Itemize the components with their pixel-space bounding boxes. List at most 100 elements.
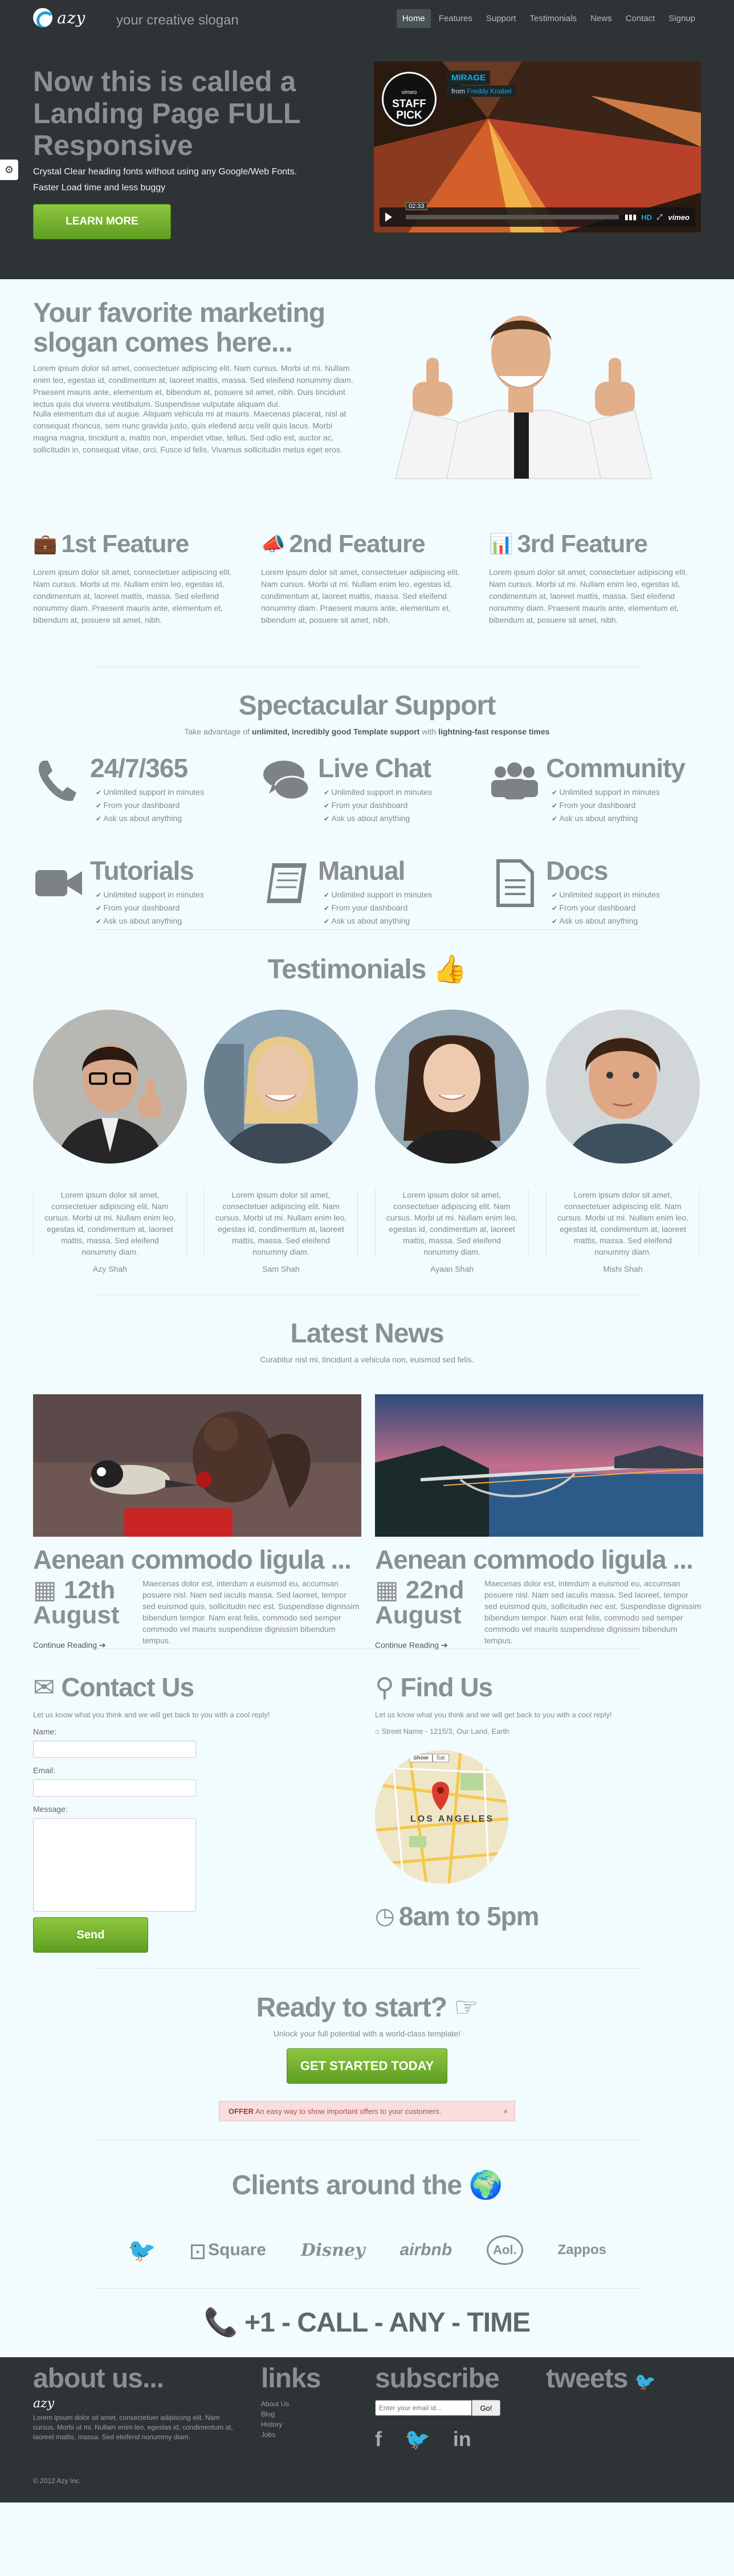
video-author: from Freddy Knabel [447, 85, 516, 97]
airbnb-logo[interactable]: airbnb [399, 2240, 452, 2260]
video-camera-icon [35, 870, 82, 896]
bullet: Ask us about anything [324, 812, 432, 825]
news-headline[interactable]: Aenean commodo ligula ... [33, 1544, 361, 1575]
support-bullets: Unlimited support in minutesFrom your da… [552, 786, 660, 825]
aol-logo[interactable]: Aol. [487, 2235, 523, 2265]
video-time: 02:33 [406, 202, 427, 210]
name-label: Name: [33, 1727, 57, 1736]
support-section: Spectacular Support Take advantage of un… [0, 667, 734, 929]
nav-news[interactable]: News [585, 9, 618, 28]
nav-support[interactable]: Support [480, 9, 522, 28]
testimonial-card: Lorem ipsum dolor sit amet, consectetuer… [204, 1010, 358, 1273]
clients-title: Clients around the 🌍 [0, 2140, 734, 2201]
map-sat-button[interactable]: Sat [432, 1754, 449, 1762]
video-player[interactable]: vimeo STAFF PICK MIRAGE from Freddy Knab… [374, 62, 701, 232]
hand-point-icon: ☞ [454, 1993, 478, 2023]
subscribe-go-button[interactable]: Go! [472, 2400, 500, 2416]
footer: about us... azy Lorem ipsum dolor sit am… [0, 2357, 734, 2502]
bullet: Unlimited support in minutes [552, 786, 660, 799]
fullscreen-icon[interactable]: ⤢ [656, 213, 662, 222]
bullet: Ask us about anything [324, 915, 432, 928]
bullet: Unlimited support in minutes [324, 786, 432, 799]
nav-testimonials[interactable]: Testimonials [524, 9, 583, 28]
testimonial-quote: Lorem ipsum dolor sit amet, consectetuer… [33, 1189, 187, 1256]
square-logo-text: Square [208, 2240, 266, 2259]
subscribe-email-input[interactable] [375, 2400, 472, 2416]
video-title[interactable]: MIRAGE [447, 71, 490, 85]
send-button[interactable]: Send [33, 1917, 148, 1953]
footer-link-jobs[interactable]: Jobs [261, 2430, 375, 2440]
video-author-link[interactable]: Freddy Knabel [467, 87, 511, 95]
tag-pre: Take advantage of [184, 727, 252, 736]
footer-about-title: about us... [33, 2363, 164, 2394]
facebook-icon[interactable]: f [375, 2427, 382, 2451]
map-show-button[interactable]: Show [409, 1754, 433, 1762]
ready-section: Ready to start? ☞ Unlock your full poten… [0, 1969, 734, 2140]
logo[interactable]: azy [33, 8, 85, 27]
feature-text: Lorem ipsum dolor sit amet, consectetuer… [33, 568, 232, 624]
hero-sub-line2: Faster Load time and less buggy [33, 183, 166, 193]
location-map[interactable]: Show Sat LOS ANGELES [375, 1750, 508, 1884]
twitter-logo-icon[interactable]: 🐦 [128, 2237, 156, 2264]
book-icon [267, 863, 307, 903]
twitter-icon[interactable]: 🐦 [405, 2427, 430, 2451]
address: ⌂ Street Name - 1215/3, Our Land, Earth [375, 1727, 694, 1736]
close-icon[interactable]: × [503, 2101, 508, 2122]
news-text: Maecenas dolor est, interdum a euismod e… [142, 1579, 360, 1645]
bullet: Ask us about anything [96, 812, 204, 825]
hero-title: Now this is called a Landing Page FULL R… [33, 66, 300, 161]
name-field[interactable] [33, 1741, 196, 1758]
square-logo[interactable]: ▪ Square [190, 2240, 266, 2260]
news-image-bird-squirrel[interactable] [33, 1394, 361, 1537]
get-started-button[interactable]: GET STARTED TODAY [287, 2048, 447, 2084]
testimonials-section: Testimonials 👍 Lorem ipsum dolor sit ame… [0, 930, 734, 1295]
marketing-paragraph-2: Nulla elementum dui ut augue. Aliquam ve… [33, 409, 346, 454]
feature-card: 📣 2nd Feature Lorem ipsum dolor sit amet,… [261, 530, 466, 626]
address-text: Street Name - 1215/3, Our Land, Earth [381, 1727, 509, 1736]
call-number[interactable]: +1 - CALL - ANY - TIME [244, 2308, 531, 2338]
volume-icon[interactable]: ▮▮▮ [625, 213, 637, 222]
support-title: Spectacular Support [238, 691, 496, 721]
gear-icon: ⚙ [4, 164, 14, 175]
nav-signup[interactable]: Signup [663, 9, 701, 28]
support-bullets: Unlimited support in minutesFrom your da… [324, 888, 432, 928]
support-item-247: 24/7/365 Unlimited support in minutesFro… [33, 753, 250, 838]
zappos-logo[interactable]: Zappos [558, 2242, 606, 2258]
news-image-bridge[interactable] [375, 1394, 704, 1537]
support-item-manual: Manual Unlimited support in minutesFrom … [261, 855, 478, 941]
subscribe-form: Go! [375, 2400, 535, 2416]
play-icon[interactable] [385, 213, 392, 222]
square-box-icon: ▪ [190, 2244, 205, 2259]
footer-link-about[interactable]: About Us [261, 2399, 375, 2409]
feature-title: 💼 1st Feature [33, 530, 238, 558]
disney-logo[interactable]: Disney [301, 2240, 365, 2260]
hd-toggle[interactable]: HD [641, 213, 652, 222]
settings-tab[interactable]: ⚙ [0, 160, 18, 180]
nav-home[interactable]: Home [396, 9, 431, 28]
support-bullets: Unlimited support in minutesFrom your da… [324, 786, 432, 825]
testimonial-name: Ayaan Shah [430, 1264, 474, 1273]
linkedin-icon[interactable]: in [453, 2427, 471, 2451]
news-headline[interactable]: Aenean commodo ligula ... [375, 1544, 703, 1575]
vimeo-brand[interactable]: vimeo [668, 213, 690, 222]
bullet: Unlimited support in minutes [324, 888, 432, 901]
video-progress[interactable]: 02:33 [406, 202, 619, 219]
email-field[interactable] [33, 1779, 196, 1797]
staff-pick-badge: vimeo STAFF PICK [382, 72, 437, 126]
support-bullets: Unlimited support in minutesFrom your da… [552, 888, 660, 928]
footer-link-history[interactable]: History [261, 2419, 375, 2430]
bullet: From your dashboard [324, 799, 432, 812]
testimonials-title-text: Testimonials [267, 954, 427, 985]
nav-features[interactable]: Features [433, 9, 478, 28]
message-field[interactable] [33, 1818, 196, 1912]
news-section: Latest News Curabitur nisl mi, tincidunt… [0, 1295, 734, 1650]
footer-link-blog[interactable]: Blog [261, 2409, 375, 2419]
learn-more-button[interactable]: LEARN MORE [33, 204, 171, 239]
feature-text: Lorem ipsum dolor sit amet, consectetuer… [489, 568, 688, 624]
tag-bold-2: lightning-fast response times [438, 727, 550, 736]
hours-text: 8am to 5pm [398, 1901, 540, 1931]
clients-title-text: Clients around the [231, 2170, 462, 2201]
news-date-day: ▦ 12th [33, 1578, 141, 1603]
support-bullets: Unlimited support in minutesFrom your da… [96, 786, 204, 825]
nav-contact[interactable]: Contact [620, 9, 661, 28]
